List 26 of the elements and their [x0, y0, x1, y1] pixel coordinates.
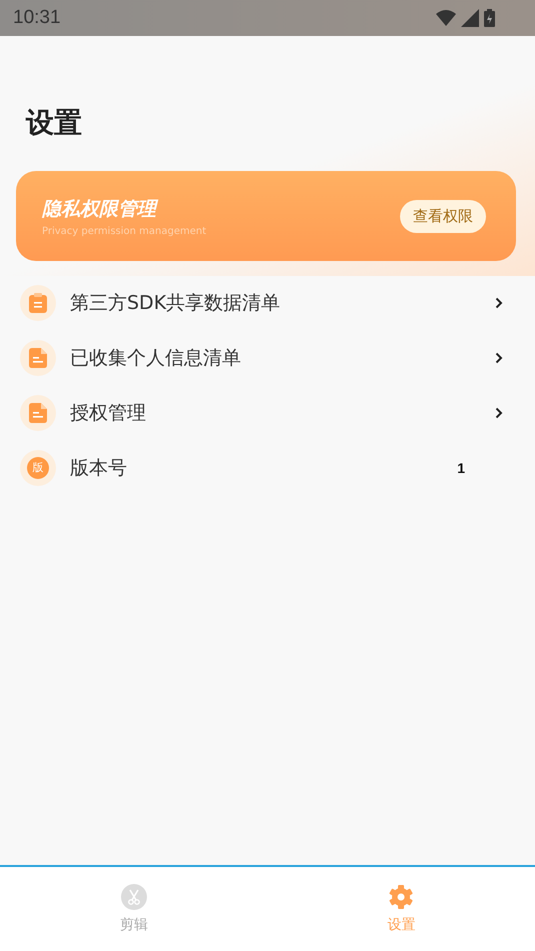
wifi-icon: [436, 10, 456, 26]
scissors-icon: [120, 884, 147, 910]
settings-icon: [388, 884, 414, 910]
view-permissions-button[interactable]: 查看权限: [400, 200, 486, 232]
clock-time: 10:31: [13, 7, 61, 29]
chevron-right-icon: [495, 296, 503, 308]
item-label: 授权管理: [70, 400, 147, 426]
version-number: 1: [457, 460, 465, 476]
settings-item[interactable]: 授权管理: [20, 385, 535, 440]
banner-title: 隐私权限管理: [42, 196, 206, 222]
version-badge: 版: [27, 456, 49, 478]
item-label: 已收集个人信息清单: [70, 346, 242, 370]
item-label: 版本号: [70, 456, 128, 480]
chevron-right-icon: [495, 406, 503, 418]
signal-icon: [461, 9, 479, 27]
settings-item[interactable]: 版 版本号 1: [20, 440, 535, 495]
document-icon: [29, 348, 47, 368]
banner-subtitle: Privacy permission management: [42, 226, 206, 236]
page-title: 设置: [24, 105, 83, 141]
clipboard-icon: [29, 292, 47, 312]
chevron-right-icon: [495, 352, 503, 364]
battery-icon: [484, 9, 495, 27]
settings-item[interactable]: 第三方SDK共享数据清单: [20, 275, 535, 330]
document-icon: [29, 402, 47, 422]
settings-item[interactable]: 已收集个人信息清单: [20, 330, 535, 385]
item-label: 第三方SDK共享数据清单: [70, 290, 282, 316]
